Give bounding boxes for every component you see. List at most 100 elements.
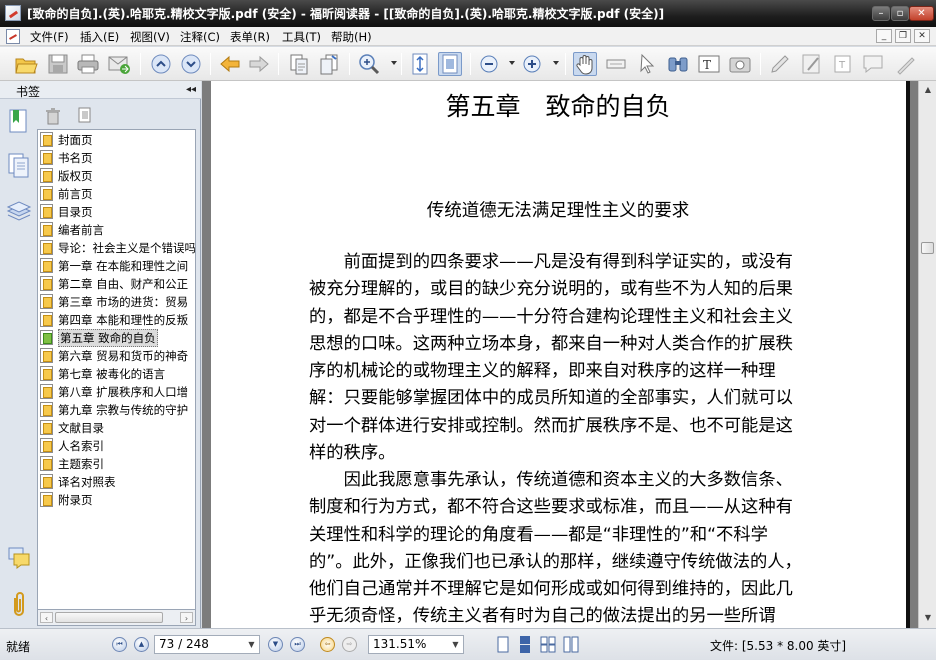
comments-tab-icon[interactable] [6,544,32,574]
bookmark-item[interactable]: 附录页 [40,491,195,508]
menu-view[interactable]: 视图(V) [130,29,170,45]
vertical-scrollbar[interactable]: ▲ ▼ [918,81,936,628]
zoom-in-icon[interactable] [357,52,381,76]
scroll-left-icon[interactable]: ‹ [40,612,53,623]
bookmark-item[interactable]: 目录页 [40,203,195,220]
comment-icon[interactable] [861,52,885,76]
page-number-field[interactable]: 73 / 248 ▼ [154,635,260,654]
document-icon[interactable] [6,29,20,44]
hand-tool-icon[interactable] [573,52,597,76]
previous-page-icon[interactable]: ▲ [134,637,149,652]
print-icon[interactable] [76,52,100,76]
minimize-button[interactable]: – [872,6,890,21]
bookmark-item[interactable]: 译名对照表 [40,473,195,490]
close-button[interactable]: ✕ [909,6,934,21]
delete-bookmark-icon[interactable] [45,107,61,125]
prev-page-icon[interactable] [149,52,173,76]
last-page-icon[interactable]: ⏭ [290,637,305,652]
zoom-out-icon[interactable] [477,52,501,76]
scroll-thumb[interactable] [55,612,163,623]
bookmark-item[interactable]: 第四章 本能和理性的反叛 [40,311,195,328]
bookmark-item[interactable]: 文献目录 [40,419,195,436]
continuous-facing-view-icon[interactable] [563,635,579,654]
menu-help[interactable]: 帮助(H) [331,29,372,45]
document-page[interactable]: 第五章 致命的自负 传统道德无法满足理性主义的要求 前面提到的四条要求——凡是没… [211,81,906,628]
bookmarks-tab-icon[interactable] [6,108,32,138]
note-icon[interactable] [894,52,918,76]
doc-close-button[interactable]: ✕ [914,29,930,43]
bookmark-item[interactable]: 第一章 在本能和理性之间 [40,257,195,274]
bookmark-item[interactable]: 书名页 [40,149,195,166]
doc-restore-button[interactable]: ❐ [895,29,911,43]
bookmark-label: 导论：社会主义是个错误吗 [58,241,196,255]
attachments-tab-icon[interactable] [6,590,32,620]
zoom-plus-icon[interactable] [520,52,544,76]
continuous-view-icon[interactable] [517,635,533,654]
bookmark-item[interactable]: 第六章 贸易和货币的神奇 [40,347,195,364]
maximize-button[interactable]: ▫ [891,6,909,21]
find-icon[interactable] [666,52,690,76]
scroll-down-icon[interactable]: ▼ [921,611,935,625]
bookmark-item[interactable]: 第三章 市场的进货：贸易 [40,293,195,310]
first-page-icon[interactable]: ⏮ [112,637,127,652]
zoom-plus-dropdown-arrow[interactable] [553,61,559,65]
panel-title: 书签 [16,85,41,99]
scroll-right-icon[interactable]: › [180,612,193,623]
collapse-panel-icon[interactable]: ◂◂ [186,84,196,95]
doc-minimize-button[interactable]: _ [876,29,892,43]
email-icon[interactable] [107,52,131,76]
insert-pages-icon[interactable] [317,52,341,76]
highlight-icon[interactable] [768,52,792,76]
next-page-icon[interactable] [179,52,203,76]
textbox-icon[interactable]: T [831,52,855,76]
next-page-button-icon[interactable]: ▼ [268,637,283,652]
single-page-view-icon[interactable] [495,635,511,654]
pencil-icon[interactable] [800,52,824,76]
page-dropdown-icon[interactable]: ▼ [245,637,258,652]
save-icon[interactable] [46,52,70,76]
snapshot-icon[interactable] [728,52,752,76]
menu-comment[interactable]: 注释(C) [180,29,220,45]
back-icon[interactable] [218,52,242,76]
menu-form[interactable]: 表单(R) [230,29,270,45]
zoom-dropdown-arrow[interactable] [391,61,397,65]
bookmark-item[interactable]: 第五章 致命的自负 [40,329,195,347]
zoom-field[interactable]: 131.51% ▼ [368,635,464,654]
menu-insert[interactable]: 插入(E) [80,29,119,45]
select-text-icon[interactable] [604,52,628,76]
open-icon[interactable] [14,52,38,76]
bookmark-item[interactable]: 编者前言 [40,221,195,238]
bookmark-item[interactable]: 第九章 宗教与传统的守护 [40,401,195,418]
forward-icon[interactable] [247,52,271,76]
text-line: 因此我愿意事先承认，传统道德和资本主义的大多数信条、 [309,470,793,490]
bookmark-item[interactable]: 导论：社会主义是个错误吗 [40,239,196,256]
bookmark-item[interactable]: 人名索引 [40,437,195,454]
bookmark-horizontal-scrollbar[interactable]: ‹ › [37,610,196,626]
typewriter-icon[interactable]: T [697,52,721,76]
actual-size-icon[interactable] [438,52,462,76]
menu-file[interactable]: 文件(F) [30,29,69,45]
bookmark-item[interactable]: 前言页 [40,185,195,202]
menu-tools[interactable]: 工具(T) [282,29,321,45]
bookmark-item[interactable]: 第二章 自由、财产和公正 [40,275,195,292]
bookmark-item[interactable]: 第七章 被毒化的语言 [40,365,195,382]
layers-tab-icon[interactable] [6,197,32,227]
extract-pages-icon[interactable] [287,52,311,76]
bookmark-item[interactable]: 封面页 [40,131,195,148]
bookmark-item[interactable]: 版权页 [40,167,195,184]
select-icon[interactable] [635,52,659,76]
vertical-scroll-thumb[interactable] [921,242,934,254]
go-forward-icon[interactable]: ⇨ [342,637,357,652]
go-back-icon[interactable]: ⇦ [320,637,335,652]
pages-tab-icon[interactable] [6,151,32,181]
bookmark-item[interactable]: 主题索引 [40,455,195,472]
new-bookmark-icon[interactable] [77,106,93,124]
bookmark-item[interactable]: 第八章 扩展秩序和人口增 [40,383,195,400]
zoom-dropdown-icon[interactable]: ▼ [449,637,462,652]
foxit-app-icon[interactable] [5,5,21,21]
facing-view-icon[interactable] [540,635,556,654]
zoom-out-dropdown-arrow[interactable] [509,61,515,65]
document-viewer[interactable]: 第五章 致命的自负 传统道德无法满足理性主义的要求 前面提到的四条要求——凡是没… [202,81,918,628]
fit-page-icon[interactable] [408,52,432,76]
scroll-up-icon[interactable]: ▲ [921,83,935,97]
